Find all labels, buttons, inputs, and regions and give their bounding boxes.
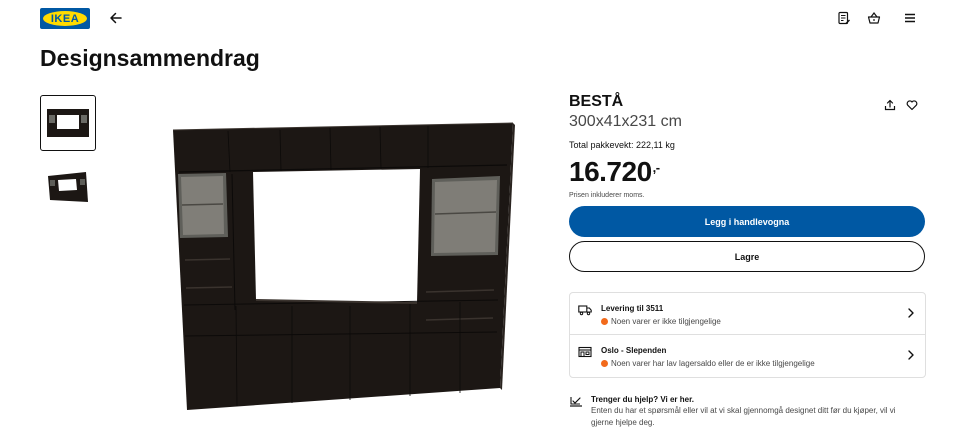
product-name: BESTÅ <box>569 93 624 110</box>
share-button[interactable] <box>883 98 897 112</box>
thumbnail-front[interactable] <box>40 95 96 151</box>
thumbnail-angle-image <box>48 172 88 202</box>
shopping-list-icon <box>838 11 850 25</box>
header: IKEA <box>0 0 960 38</box>
heart-icon <box>906 100 918 111</box>
share-icon <box>884 99 896 111</box>
delivery-title: Levering til 3511 <box>601 304 664 313</box>
store-row[interactable]: Oslo - Slependen Noen varer har lav lage… <box>570 335 925 377</box>
store-title: Oslo - Slependen <box>601 346 667 355</box>
help-title: Trenger du hjelp? Vi er her. <box>591 395 694 404</box>
price-suffix: ,- <box>652 160 660 175</box>
status-dot-icon <box>601 318 608 325</box>
package-weight: Total pakkevekt: 222,11 kg <box>569 140 675 150</box>
chevron-right-icon <box>908 308 914 318</box>
vat-note: Prisen inkluderer moms. <box>569 192 645 199</box>
product-panel: BESTÅ 300x41x231 cm Total pakkevekt: 222… <box>569 93 926 272</box>
truck-icon <box>578 305 592 316</box>
thumbnail-front-image <box>47 109 89 137</box>
help-text: Enten du har et spørsmål eller vil at vi… <box>591 406 896 427</box>
status-dot-icon <box>601 360 608 367</box>
logo-text: IKEA <box>43 11 87 26</box>
add-to-cart-button[interactable]: Legg i handlevogna <box>569 206 925 237</box>
menu-icon <box>905 13 915 23</box>
delivery-status: Noen varer er ikke tilgjengelige <box>601 317 721 326</box>
favourite-button[interactable] <box>905 98 919 112</box>
chevron-right-icon <box>908 350 914 360</box>
basket-button[interactable] <box>863 7 885 29</box>
ikea-logo[interactable]: IKEA <box>40 8 90 29</box>
product-image <box>160 110 530 420</box>
arrow-left-icon <box>110 12 122 24</box>
menu-button[interactable] <box>899 7 921 29</box>
besta-tv-storage-render <box>172 122 515 410</box>
store-status-text: Noen varer har lav lagersaldo eller de e… <box>611 359 815 368</box>
product-actions <box>883 98 919 112</box>
planner-help-icon <box>570 397 582 407</box>
availability-box: Levering til 3511 Noen varer er ikke til… <box>569 292 926 378</box>
delivery-status-text: Noen varer er ikke tilgjengelige <box>611 317 721 326</box>
store-status: Noen varer har lav lagersaldo eller de e… <box>601 359 815 368</box>
store-icon <box>578 346 592 358</box>
price-value: 16.720 <box>569 156 652 187</box>
page-title: Designsammendrag <box>40 45 260 71</box>
shopping-list-button[interactable] <box>833 7 855 29</box>
product-dimensions: 300x41x231 cm <box>569 113 682 130</box>
basket-icon <box>867 12 881 24</box>
save-button[interactable]: Lagre <box>569 241 925 272</box>
back-button[interactable] <box>105 7 127 29</box>
thumbnail-angle[interactable] <box>40 160 96 216</box>
delivery-row[interactable]: Levering til 3511 Noen varer er ikke til… <box>570 293 925 335</box>
price: 16.720 ,- <box>569 156 926 188</box>
